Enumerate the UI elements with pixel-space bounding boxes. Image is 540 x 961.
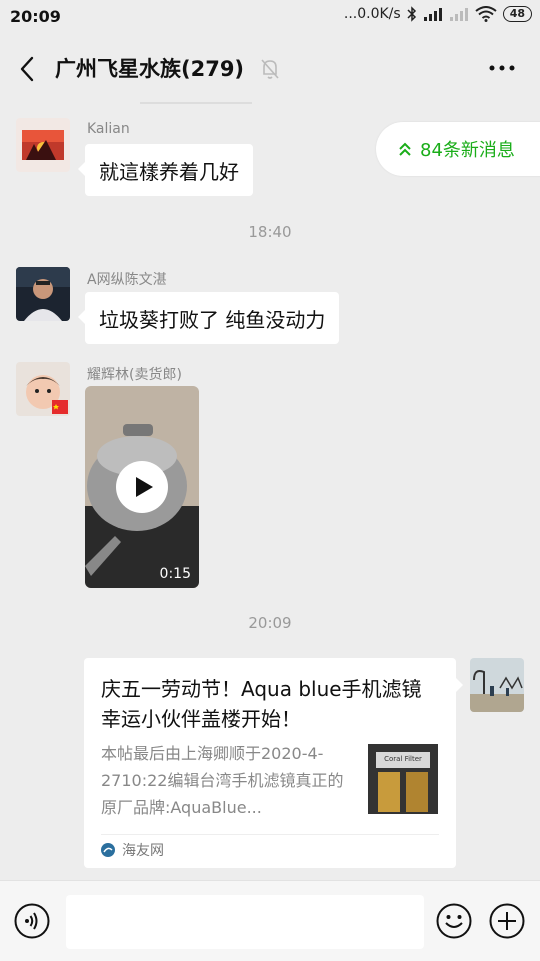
more-options-icon[interactable] [488,56,516,80]
voice-input-icon[interactable] [14,903,50,939]
sender-name: 耀辉林(卖货郎) [87,367,182,383]
avatar-a-wang[interactable] [16,267,70,321]
chat-area[interactable]: Kalian 就這樣养着几好 84条新消息 18:40 A网纵陈文湛 垃圾葵打败… [0,102,540,880]
double-chevron-up-icon [399,142,411,156]
network-speed: ...0.0K/s [343,6,401,22]
status-icons: ...0.0K/s 48 [344,6,532,22]
bluetooth-icon [407,6,416,22]
new-messages-label: 84条新消息 [420,140,515,161]
avatar-kalian[interactable] [16,118,70,172]
chat-title: 广州飞星水族(279) [55,57,245,81]
mute-bell-icon [261,59,279,79]
emoji-icon[interactable] [436,903,472,939]
new-messages-button[interactable]: 84条新消息 [376,122,540,176]
battery-indicator: 48 [502,6,532,22]
link-card-title: 庆五一劳动节！Aqua blue手机滤镜幸运小伙伴盖楼开始！ [101,677,422,731]
timestamp: 18:40 [248,223,292,241]
message-bubble[interactable]: 垃圾葵打败了 纯鱼没动力 [77,292,340,344]
source-logo-icon [101,843,115,857]
sender-name: A网纵陈文湛 [87,272,167,288]
divider [140,102,252,104]
timestamp: 20:09 [248,614,292,632]
status-bar: 20:09 ...0.0K/s 48 [0,0,540,36]
input-bar [0,880,540,961]
video-message[interactable]: 0:15 [85,386,199,588]
status-time: 20:09 [10,7,61,26]
message-bubble[interactable]: 就這樣养着几好 [78,144,253,196]
sender-name: Kalian [87,121,130,137]
divider [101,834,439,835]
signal-empty-icon [449,8,468,21]
video-duration: 0:15 [159,566,191,582]
thumb-label: Coral Filter [384,755,422,763]
play-icon[interactable] [115,460,169,514]
link-card-source: 海友网 [122,843,164,859]
plus-icon[interactable] [489,903,525,939]
signal-icon [423,8,442,21]
chat-header: 广州飞星水族(279) [0,36,540,102]
link-card-description: 本帖最后由上海卿顺于2020-4-2710:22编辑台湾手机滤镜真正的原厂品牌:… [101,744,344,817]
wifi-icon [475,6,497,22]
avatar-yaohui[interactable] [16,362,70,416]
message-text: 垃圾葵打败了 纯鱼没动力 [99,307,326,332]
message-text: 就這樣养着几好 [99,159,239,184]
back-arrow-icon[interactable] [14,54,42,84]
link-card[interactable]: 庆五一劳动节！Aqua blue手机滤镜幸运小伙伴盖楼开始！ 本帖最后由上海卿顺… [84,658,463,868]
link-card-thumbnail: Coral Filter [368,744,438,814]
avatar-self[interactable] [470,658,524,712]
message-input[interactable] [66,895,424,949]
